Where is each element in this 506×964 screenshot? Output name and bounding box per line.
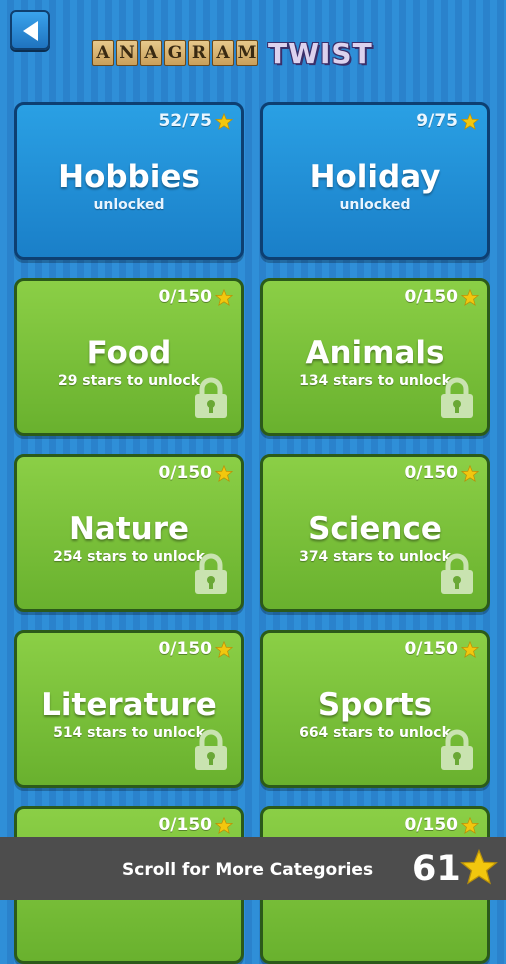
category-progress-text: 0/150 (404, 287, 458, 307)
category-progress-text: 0/150 (158, 639, 212, 659)
category-card[interactable]: 52/75 Hobbies unlocked (14, 102, 244, 260)
category-star-progress: 52/75 (158, 111, 233, 131)
category-progress-text: 0/150 (158, 463, 212, 483)
category-grid: 52/75 Hobbies unlocked 9/75 Holiday unlocked 0… (0, 0, 506, 964)
star-icon (215, 816, 233, 834)
category-star-progress: 0/150 (404, 639, 479, 659)
category-star-progress: 0/150 (404, 287, 479, 307)
category-progress-text: 52/75 (158, 111, 212, 131)
category-star-progress: 0/150 (404, 815, 479, 835)
category-card[interactable]: 0/150 Nature 254 stars to unlock (14, 454, 244, 612)
star-icon (215, 640, 233, 658)
category-progress-text: 0/150 (404, 815, 458, 835)
category-progress-text: 0/150 (158, 287, 212, 307)
category-card[interactable]: 0/150 Sports 664 stars to unlock (260, 630, 490, 788)
lock-icon (195, 553, 227, 594)
category-progress-text: 0/150 (158, 815, 212, 835)
lock-icon (195, 377, 227, 418)
category-card[interactable]: 0/150 Science 374 stars to unlock (260, 454, 490, 612)
category-card[interactable]: 0/150 Food 29 stars to unlock (14, 278, 244, 436)
category-title: Literature (41, 687, 217, 723)
star-icon (215, 464, 233, 482)
star-icon (461, 288, 479, 306)
category-star-progress: 0/150 (158, 639, 233, 659)
star-icon (461, 464, 479, 482)
lock-icon (441, 553, 473, 594)
category-title: Sports (317, 687, 433, 723)
star-icon (215, 112, 233, 130)
category-title: Nature (68, 511, 190, 547)
star-icon (460, 849, 498, 885)
category-title: Science (308, 511, 442, 547)
lock-icon (195, 729, 227, 770)
category-card[interactable]: 0/150 Animals 134 stars to unlock (260, 278, 490, 436)
lock-icon (441, 729, 473, 770)
category-title: Holiday (309, 159, 441, 195)
category-star-progress: 0/150 (404, 463, 479, 483)
category-status: unlocked (93, 197, 165, 213)
category-star-progress: 0/150 (158, 815, 233, 835)
category-star-progress: 9/75 (416, 111, 479, 131)
category-star-progress: 0/150 (158, 287, 233, 307)
category-card[interactable]: 9/75 Holiday unlocked (260, 102, 490, 260)
footer-bar: Scroll for More Categories 61 (0, 837, 506, 900)
category-title: Animals (305, 335, 445, 371)
star-icon (461, 816, 479, 834)
category-status: unlocked (339, 197, 411, 213)
total-stars-count: 61 (412, 849, 461, 889)
category-card[interactable]: 0/150 Literature 514 stars to unlock (14, 630, 244, 788)
star-icon (461, 112, 479, 130)
scroll-hint: Scroll for More Categories (122, 860, 374, 880)
star-icon (461, 640, 479, 658)
category-progress-text: 0/150 (404, 639, 458, 659)
star-icon (215, 288, 233, 306)
category-star-progress: 0/150 (158, 463, 233, 483)
lock-icon (441, 377, 473, 418)
category-progress-text: 0/150 (404, 463, 458, 483)
category-title: Food (86, 335, 172, 371)
category-title: Hobbies (58, 159, 200, 195)
category-progress-text: 9/75 (416, 111, 458, 131)
